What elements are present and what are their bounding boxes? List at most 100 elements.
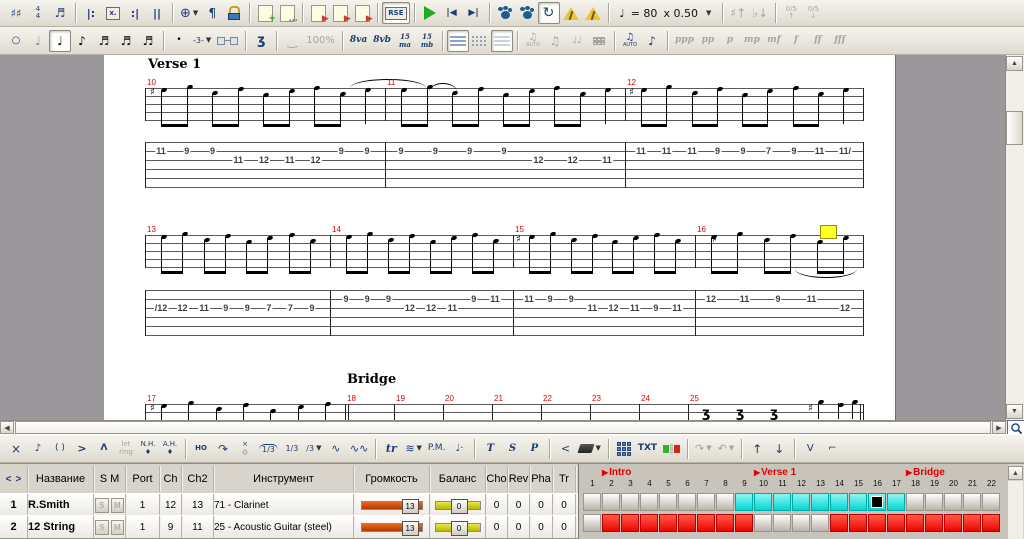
- let-ring-button[interactable]: let ring: [115, 438, 137, 460]
- dropdown-arrow[interactable]: ▼: [595, 445, 600, 452]
- hscroll-right-button[interactable]: ▶: [992, 421, 1006, 434]
- natural-harmonic-button[interactable]: N.H. ♦: [137, 438, 159, 460]
- mute-button[interactable]: M: [110, 519, 124, 535]
- tab-fret-number[interactable]: 11: [489, 294, 501, 304]
- timeline-cell[interactable]: [963, 493, 981, 511]
- track-number[interactable]: 1: [0, 494, 28, 516]
- new-score-button[interactable]: +: [254, 2, 276, 24]
- tab-fret-number[interactable]: 9: [466, 146, 474, 156]
- stem-direction-button[interactable]: ♪: [641, 30, 663, 52]
- note-annotation-button[interactable]: [613, 438, 635, 460]
- tab-fret-number[interactable]: 11: [628, 303, 641, 313]
- dynamic-ff-button[interactable]: ff: [807, 30, 829, 52]
- dynamic-mp-button[interactable]: mp: [741, 30, 763, 52]
- paw-one-button[interactable]: [494, 2, 516, 24]
- tab-fret-number[interactable]: 9: [222, 303, 230, 313]
- tab-fret-number[interactable]: 12: [566, 155, 579, 165]
- metronome-button[interactable]: [560, 2, 582, 24]
- timeline-cell[interactable]: [773, 493, 791, 511]
- tremolo-bar-button[interactable]: × ◇: [234, 438, 256, 460]
- thirty-second-note-button[interactable]: ♬: [115, 30, 137, 52]
- ghost-note-button[interactable]: ( ): [49, 438, 71, 460]
- timeline-cell[interactable]: [849, 493, 867, 511]
- octava-15mb-button[interactable]: 15 mb: [416, 30, 438, 52]
- brush-up-button[interactable]: ↶ ▼: [715, 438, 738, 460]
- timeline-cell[interactable]: [830, 493, 848, 511]
- timeline-cell[interactable]: [716, 493, 734, 511]
- tab-fret-number[interactable]: 11: [601, 155, 613, 165]
- auto-stem-button[interactable]: ♫ AUTO: [619, 30, 641, 52]
- tab-fret-number[interactable]: 9: [243, 303, 251, 313]
- slide-shift-button[interactable]: 1/3: [281, 438, 303, 460]
- slide-legato-button[interactable]: 1/3: [256, 438, 281, 460]
- track-channel[interactable]: 9: [160, 516, 182, 538]
- heavy-accent-button[interactable]: Λ: [93, 438, 115, 460]
- play-button[interactable]: [419, 2, 441, 24]
- timeline-cell[interactable]: [659, 493, 677, 511]
- track-balance[interactable]: 0: [430, 516, 486, 538]
- tab-fret-number[interactable]: 11: [813, 146, 826, 156]
- track-name[interactable]: R.Smith: [28, 494, 94, 516]
- staccato-button[interactable]: ♩·: [448, 438, 470, 460]
- dropdown-arrow[interactable]: ▼: [417, 445, 422, 452]
- dynamic-ppp-button[interactable]: ppp: [672, 30, 697, 52]
- tab-fret-number[interactable]: 11: [738, 294, 751, 304]
- balance-knob[interactable]: 0: [450, 498, 468, 514]
- dynamic-mf-button[interactable]: mf: [763, 30, 785, 52]
- direction-button[interactable]: ¶: [201, 2, 223, 24]
- tab-fret-number[interactable]: 12: [704, 294, 718, 304]
- tab-fret-number[interactable]: 9: [342, 294, 350, 304]
- dropdown-arrow[interactable]: ▼: [729, 445, 734, 452]
- track-name[interactable]: 12 String: [28, 516, 94, 538]
- vibrato-button[interactable]: ∿: [325, 438, 347, 460]
- lock-button[interactable]: [223, 2, 245, 24]
- accent-button[interactable]: >: [71, 438, 93, 460]
- text-marker-button[interactable]: TXT: [635, 438, 660, 460]
- rasgueado-button[interactable]: ⌐: [821, 438, 843, 460]
- volume-knob[interactable]: 13: [401, 520, 419, 536]
- bend-button[interactable]: ↷: [212, 438, 234, 460]
- section-marker-button[interactable]: [660, 438, 683, 460]
- go-start-button[interactable]: |◀: [441, 2, 463, 24]
- track-instrument[interactable]: 71 - Clarinet: [214, 494, 354, 516]
- track-channel[interactable]: 12: [160, 494, 182, 516]
- tab-fret-number[interactable]: 12: [403, 303, 416, 313]
- timeline-cell[interactable]: [849, 514, 867, 532]
- tab-fret-number[interactable]: 9: [385, 294, 393, 304]
- loop-playback-button[interactable]: ↻: [537, 2, 560, 24]
- paw-two-button[interactable]: [516, 2, 538, 24]
- wide-vibrato-button[interactable]: ∿∿: [347, 438, 371, 460]
- measure-timeline[interactable]: ▶Intro ▶Verse 1 ▶Bridge 1 2 3 4 5 6 7 8 9 10 11 12 13 14…: [578, 464, 1008, 539]
- timeline-cell[interactable]: [925, 514, 943, 532]
- dropdown-arrow[interactable]: ▼: [706, 445, 711, 452]
- mute-button[interactable]: M: [110, 497, 124, 513]
- half-note-button[interactable]: ♩: [27, 30, 49, 52]
- timeline-cell[interactable]: [621, 493, 639, 511]
- vscroll-thumb[interactable]: [1006, 111, 1023, 145]
- track-chorus[interactable]: 0: [486, 516, 508, 538]
- timeline-cell[interactable]: [906, 514, 924, 532]
- tab-fret-number[interactable]: 9: [470, 294, 478, 304]
- dynamic-f-button[interactable]: f: [785, 30, 807, 52]
- note-duration-setup-button[interactable]: ♬: [49, 2, 71, 24]
- transpose-flat-down-button[interactable]: ♭↓: [749, 2, 771, 24]
- track-tremolo[interactable]: 0: [553, 516, 576, 538]
- score-vscrollbar[interactable]: [1005, 55, 1024, 421]
- strum-up-button[interactable]: ↑: [746, 438, 768, 460]
- tab-fret-number[interactable]: 9: [739, 146, 747, 156]
- tab-fret-number[interactable]: 9: [337, 146, 345, 156]
- tab-fret-number[interactable]: 7: [764, 146, 773, 156]
- octava-8va-button[interactable]: 8va: [347, 30, 370, 52]
- tab-fret-number[interactable]: 11: [805, 294, 818, 304]
- unbeam-notes-button[interactable]: ♩♩: [566, 30, 588, 52]
- track-port[interactable]: 1: [126, 516, 160, 538]
- tab-fret-number[interactable]: 11: [635, 146, 647, 156]
- timeline-cell[interactable]: [963, 514, 981, 532]
- balance-knob[interactable]: 0: [450, 520, 468, 536]
- tab-fret-number[interactable]: 11/: [837, 146, 853, 156]
- shift-string-down-button[interactable]: 0/5 ↓: [802, 2, 824, 24]
- tab-fret-number[interactable]: 9: [546, 294, 554, 304]
- rse-toggle-button[interactable]: RSE: [382, 2, 410, 24]
- track-reverb[interactable]: 0: [508, 516, 530, 538]
- timeline-cell[interactable]: [640, 514, 658, 532]
